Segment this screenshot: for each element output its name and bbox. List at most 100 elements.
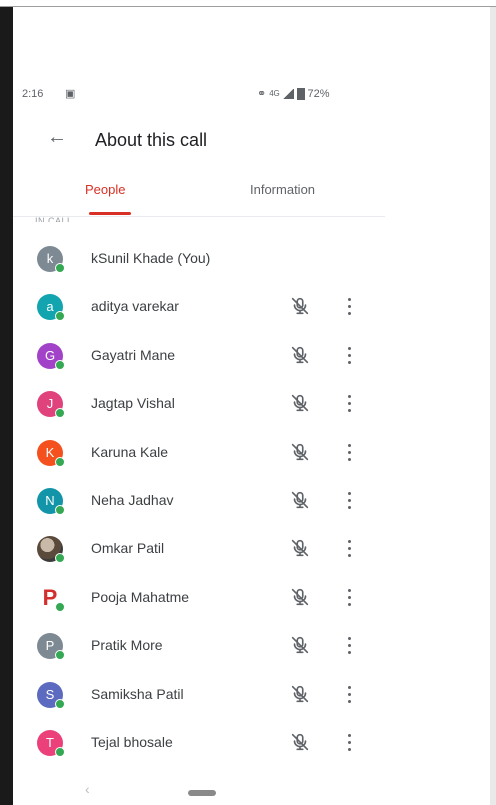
participant-row[interactable]: P Pratik More [13,622,385,670]
participant-avatar: G [37,342,65,370]
participant-avatar: N [37,487,65,515]
online-status-dot [55,553,65,564]
phone-screen: 2:16 ▣ ⚭ 4G 72% ← About this call People… [13,7,490,805]
participant-row[interactable]: T Tejal bhosale [13,719,385,767]
more-dot [348,554,351,558]
right-edge [490,7,496,805]
more-dot [348,498,351,502]
active-tab-indicator [89,212,131,215]
online-status-dot [55,746,65,757]
back-button[interactable]: ← [45,125,69,149]
participant-row[interactable]: P Pooja Mahatme [13,574,385,622]
participant-name: Neha Jadhav [91,491,174,508]
more-dot [348,360,351,364]
more-options-icon[interactable] [343,634,357,656]
participant-row[interactable]: Omkar Patil [13,525,385,573]
mic-off-icon[interactable] [289,634,311,656]
more-dot [348,346,351,350]
more-options-icon[interactable] [343,441,357,463]
more-options-icon[interactable] [343,586,357,608]
more-options-icon[interactable] [343,392,357,414]
participant-list: k kSunil Khade (You) a aditya varekar G Gayat… [13,235,385,767]
participant-name: Samiksha Patil [91,685,184,702]
mic-off-icon[interactable] [289,489,311,511]
mic-off-icon[interactable] [289,537,311,559]
online-status-dot [55,698,65,709]
participant-row[interactable]: K Karuna Kale [13,429,385,477]
more-options-icon[interactable] [343,295,357,317]
signal-icon [282,88,294,99]
participant-row[interactable]: N Neha Jadhav [13,477,385,525]
participant-row[interactable]: a aditya varekar [13,283,385,331]
mic-off-icon[interactable] [289,392,311,414]
network-label: 4G [269,89,280,98]
participant-avatar: J [37,391,65,419]
participant-row[interactable]: G Gayatri Mane [13,332,385,380]
avatar-initial: a [46,299,54,315]
participant-row[interactable]: S Samiksha Patil [13,671,385,719]
more-dot [348,450,351,454]
cast-icon: ▣ [65,88,76,100]
participant-row[interactable]: J Jagtap Vishal [13,380,385,428]
avatar-initial: k [46,251,54,266]
mic-off-icon[interactable] [289,731,311,753]
avatar-initial: K [45,444,55,460]
tab-people[interactable]: People [85,182,125,197]
participant-avatar: P [37,584,65,612]
more-options-icon[interactable] [343,489,357,511]
avatar-initial: G [44,347,56,363]
mic-off-icon[interactable] [289,683,311,705]
nav-back-icon[interactable]: ‹ [85,781,90,797]
participant-name: kSunil Khade (You) [91,250,211,266]
more-dot [348,395,351,399]
avatar-initial: P [45,638,55,654]
participant-avatar: T [37,729,65,757]
left-dark-edge [0,7,13,805]
more-dot [348,443,351,447]
more-options-icon[interactable] [343,731,357,753]
arrow-left-icon: ← [47,126,67,148]
participant-name: aditya varekar [91,298,179,315]
participant-avatar: a [37,294,65,322]
participant-avatar: K [37,439,65,467]
more-options-icon[interactable] [343,537,357,559]
participant-name: Pratik More [91,637,163,654]
nav-home-pill[interactable] [188,790,216,796]
more-options-icon[interactable] [343,683,357,705]
battery-percent: 72% [307,87,330,100]
more-dot [348,491,351,495]
more-dot [348,747,351,751]
more-dot [348,353,351,357]
tab-bar: People Information [13,172,385,217]
system-nav-bar: ‹ [13,777,393,805]
online-status-dot [55,311,65,322]
more-dot [348,644,351,648]
online-status-dot [55,601,65,612]
more-dot [348,595,351,599]
more-dot [348,402,351,406]
top-border [0,0,496,7]
mic-off-icon[interactable] [289,295,311,317]
tab-information[interactable]: Information [250,182,315,197]
more-dot [348,547,351,551]
participant-name: Pooja Mahatme [91,588,190,605]
more-options-icon[interactable] [343,344,357,366]
avatar-initial: T [46,734,54,750]
more-dot [348,685,351,689]
status-right: ⚭ 4G 72% [257,87,330,100]
more-dot [348,540,351,544]
online-status-dot [55,263,65,273]
participant-avatar: S [37,681,65,709]
participant-name: Jagtap Vishal [91,395,175,412]
participant-avatar: P [37,633,65,661]
mic-off-icon[interactable] [289,441,311,463]
participant-name: Omkar Patil [91,540,165,557]
status-time: 2:16 [22,88,44,100]
battery-icon [296,87,305,100]
mic-off-icon[interactable] [289,344,311,366]
avatar-initial: J [46,396,54,412]
more-dot [348,409,351,413]
participant-row[interactable]: k kSunil Khade (You) [13,235,385,283]
mic-off-icon[interactable] [289,586,311,608]
section-label: IN CALL [35,216,73,222]
